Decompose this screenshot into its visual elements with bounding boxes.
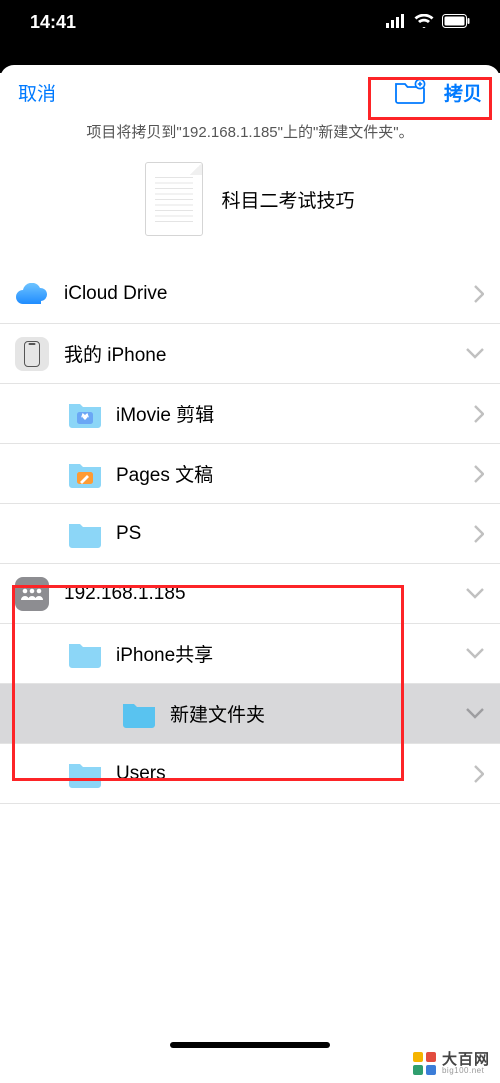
chevron-down-icon — [466, 588, 484, 599]
file-preview: 科目二考试技巧 — [0, 152, 500, 264]
folder-label: Users — [116, 763, 166, 785]
chevron-right-icon — [474, 465, 484, 483]
watermark-url: big100.net — [442, 1067, 490, 1075]
chevron-down-icon — [466, 708, 484, 719]
folder-iphone-share[interactable]: iPhone共享 — [0, 624, 500, 684]
folder-icon — [68, 460, 102, 488]
cancel-button[interactable]: 取消 — [18, 79, 56, 106]
location-my-iphone[interactable]: 我的 iPhone — [0, 324, 500, 384]
icloud-icon — [14, 276, 50, 312]
folder-label: iMovie 剪辑 — [116, 400, 214, 427]
folder-users[interactable]: Users — [0, 744, 500, 804]
wifi-icon — [414, 12, 434, 33]
notch — [180, 8, 320, 40]
folder-icon — [68, 520, 102, 548]
folder-imovie[interactable]: iMovie 剪辑 — [0, 384, 500, 444]
folder-icon — [68, 760, 102, 788]
chevron-right-icon — [474, 525, 484, 543]
folder-ps[interactable]: PS — [0, 504, 500, 564]
new-folder-icon[interactable] — [394, 79, 426, 105]
location-label: iCloud Drive — [64, 283, 167, 305]
chevron-right-icon — [474, 285, 484, 303]
location-label: 192.168.1.185 — [64, 583, 186, 605]
folder-label: 新建文件夹 — [170, 700, 265, 727]
network-share-icon — [14, 576, 50, 612]
folder-icon — [68, 640, 102, 668]
location-label: 我的 iPhone — [64, 340, 166, 367]
watermark: 大百网 big100.net — [413, 1052, 490, 1075]
phone-icon — [14, 336, 50, 372]
location-icloud[interactable]: iCloud Drive — [0, 264, 500, 324]
folder-label: iPhone共享 — [116, 640, 213, 667]
chevron-down-icon — [466, 648, 484, 659]
location-server[interactable]: 192.168.1.185 — [0, 564, 500, 624]
copy-button[interactable]: 拷贝 — [444, 79, 482, 106]
chevron-down-icon — [466, 348, 484, 359]
folder-pages[interactable]: Pages 文稿 — [0, 444, 500, 504]
watermark-name: 大百网 — [442, 1052, 490, 1067]
file-name: 科目二考试技巧 — [221, 186, 354, 213]
document-icon — [145, 162, 203, 236]
home-indicator[interactable] — [170, 1042, 330, 1048]
folder-label: Pages 文稿 — [116, 460, 213, 487]
folder-new-folder[interactable]: 新建文件夹 — [0, 684, 500, 744]
status-time: 14:41 — [30, 12, 76, 33]
copy-destination-text: 项目将拷贝到"192.168.1.185"上的"新建文件夹"。 — [0, 119, 500, 152]
chevron-right-icon — [474, 405, 484, 423]
battery-icon — [442, 12, 470, 33]
folder-icon — [122, 700, 156, 728]
sheet-header: 取消 拷贝 — [0, 65, 500, 119]
chevron-right-icon — [474, 765, 484, 783]
copy-sheet: 取消 拷贝 项目将拷贝到"192.168.1.185"上的"新建文件夹"。 科目… — [0, 65, 500, 1083]
folder-label: PS — [116, 523, 141, 545]
signal-icon — [386, 12, 406, 33]
folder-icon — [68, 400, 102, 428]
